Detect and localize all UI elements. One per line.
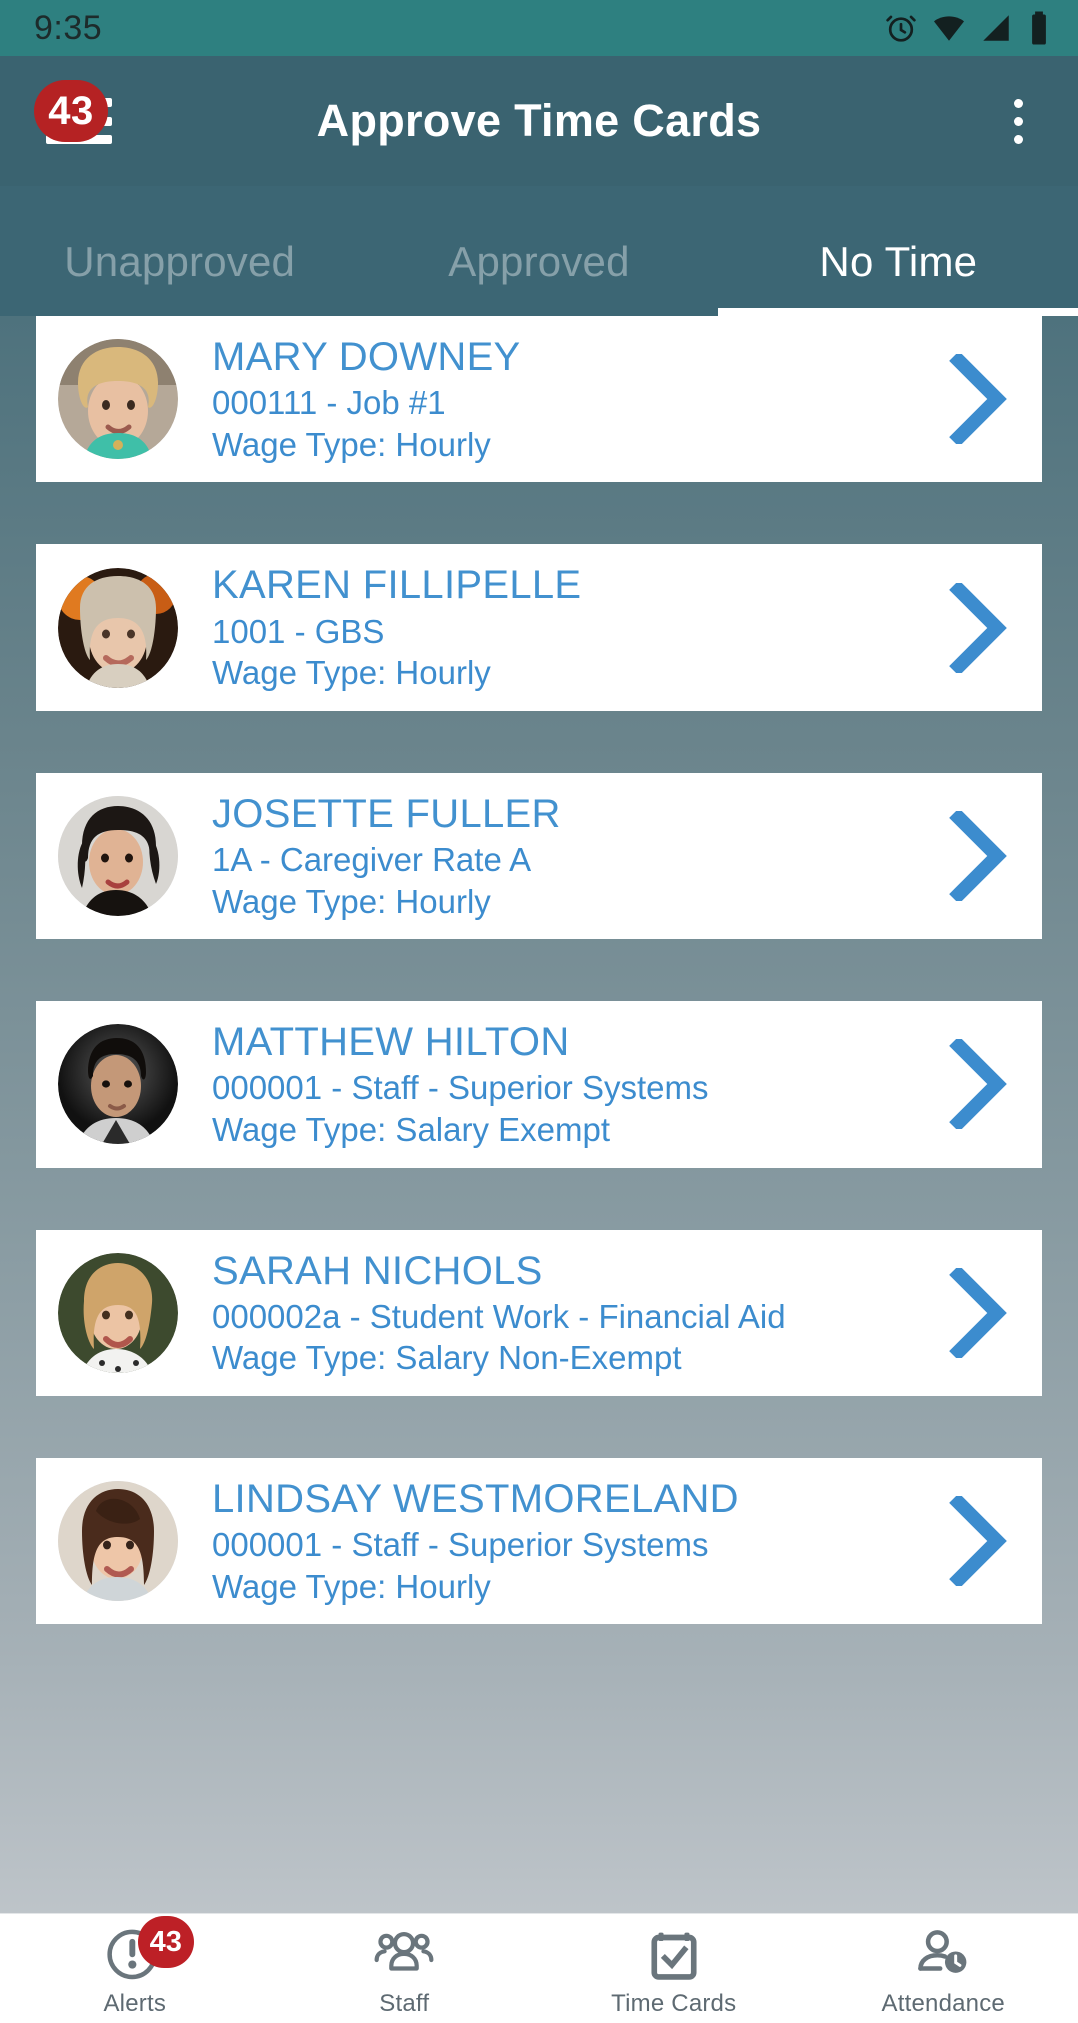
employee-name: KAREN FILLIPELLE [212, 563, 582, 608]
list-item[interactable]: JOSETTE FULLER 1A - Caregiver Rate A Wag… [36, 772, 1042, 940]
tab-bar: Unapproved Approved No Time [0, 186, 1078, 316]
nav-label-alerts: Alerts [103, 1990, 167, 2017]
list-item[interactable]: MATTHEW HILTON 000001 - Staff - Superior… [36, 1001, 1042, 1168]
nav-label-time-cards: Time Cards [611, 1990, 737, 2017]
avatar [58, 796, 178, 917]
list-divider [0, 711, 1078, 773]
chevron-right-icon[interactable] [932, 1039, 1042, 1130]
employee-info: JOSETTE FULLER 1A - Caregiver Rate A Wag… [178, 791, 932, 921]
alarm-icon [883, 10, 919, 46]
calendar-check-icon[interactable] [643, 1922, 705, 1984]
nav-label-staff: Staff [379, 1990, 430, 2017]
bottom-navigation: 43 Alerts Staff Time Cards Attendance [0, 1913, 1078, 2023]
employee-detail: 1A - Caregiver Rate A [212, 841, 532, 878]
signal-icon [979, 11, 1013, 45]
employee-wage-type: Wage Type: Salary Exempt [212, 1111, 611, 1149]
employee-info: SARAH NICHOLS 000002a - Student Work - F… [178, 1248, 932, 1378]
chevron-right-icon[interactable] [932, 1267, 1042, 1358]
tab-approved[interactable]: Approved [359, 238, 718, 316]
nav-item-staff[interactable]: Staff [270, 1914, 540, 2018]
list-divider [0, 482, 1078, 544]
employee-name: JOSETTE FULLER [212, 791, 561, 836]
employee-detail: 1001 - GBS [212, 612, 385, 650]
list-divider [0, 1396, 1078, 1458]
list-item[interactable]: KAREN FILLIPELLE 1001 - GBS Wage Type: H… [36, 544, 1042, 711]
employee-list[interactable]: MARY DOWNEY 000111 - Job #1 Wage Type: H… [0, 316, 1078, 1940]
employee-name: LINDSAY WESTMORELAND [212, 1477, 739, 1522]
tab-no-time[interactable]: No Time [719, 238, 1078, 316]
employee-wage-type: Wage Type: Hourly [212, 1567, 491, 1605]
list-item[interactable]: LINDSAY WESTMORELAND 000001 - Staff - Su… [36, 1458, 1042, 1625]
tab-active-indicator [718, 308, 1078, 316]
nav-item-time-cards[interactable]: Time Cards [539, 1914, 809, 2018]
employee-wage-type: Wage Type: Hourly [212, 882, 491, 920]
avatar [58, 1024, 178, 1145]
employee-detail: 000001 - Staff - Superior Systems [212, 1526, 709, 1564]
menu-button[interactable]: 43 [24, 56, 144, 186]
nav-item-attendance[interactable]: Attendance [809, 1914, 1078, 2018]
alert-circle-icon[interactable]: 43 [104, 1916, 194, 1984]
people-group-icon[interactable] [373, 1922, 435, 1984]
employee-name: MARY DOWNEY [212, 335, 521, 379]
list-divider [0, 1168, 1078, 1230]
chevron-right-icon[interactable] [932, 582, 1042, 673]
employee-detail: 000111 - Job #1 [212, 384, 446, 422]
nav-label-attendance: Attendance [881, 1990, 1005, 2017]
chevron-right-icon[interactable] [932, 811, 1042, 902]
list-item[interactable]: MARY DOWNEY 000111 - Job #1 Wage Type: H… [36, 316, 1042, 483]
employee-wage-type: Wage Type: Hourly [212, 654, 491, 692]
battery-icon [1026, 10, 1052, 46]
employee-name: MATTHEW HILTON [212, 1020, 570, 1065]
nav-item-alerts[interactable]: 43 Alerts [0, 1914, 270, 2018]
list-divider [0, 939, 1078, 1001]
employee-detail: 000001 - Staff - Superior Systems [212, 1069, 709, 1107]
employee-info: KAREN FILLIPELLE 1001 - GBS Wage Type: H… [178, 562, 932, 692]
employee-info: MARY DOWNEY 000111 - Job #1 Wage Type: H… [178, 334, 932, 464]
list-item[interactable]: SARAH NICHOLS 000002a - Student Work - F… [36, 1229, 1042, 1397]
avatar [58, 339, 178, 460]
chevron-right-icon[interactable] [932, 1496, 1042, 1587]
status-bar-clock: 9:35 [34, 8, 103, 47]
status-bar-icons [883, 10, 1052, 46]
wifi-icon [932, 11, 966, 45]
alerts-badge: 43 [137, 1916, 194, 1968]
employee-detail: 000002a - Student Work - Financial Aid [212, 1297, 786, 1335]
avatar [58, 567, 178, 688]
more-vertical-icon[interactable] [988, 81, 1048, 161]
menu-alert-badge: 43 [34, 80, 108, 142]
employee-wage-type: Wage Type: Hourly [212, 425, 491, 463]
avatar [58, 1252, 178, 1373]
app-bar: 43 Approve Time Cards [0, 56, 1078, 186]
avatar [58, 1481, 178, 1602]
employee-name: SARAH NICHOLS [212, 1248, 543, 1293]
employee-wage-type: Wage Type: Salary Non-Exempt [212, 1339, 682, 1377]
employee-info: MATTHEW HILTON 000001 - Staff - Superior… [178, 1019, 932, 1149]
person-clock-icon[interactable] [912, 1922, 974, 1984]
tab-unapproved[interactable]: Unapproved [0, 238, 359, 316]
status-bar: 9:35 [0, 0, 1078, 56]
page-title: Approve Time Cards [316, 95, 762, 146]
chevron-right-icon[interactable] [932, 354, 1042, 445]
employee-info: LINDSAY WESTMORELAND 000001 - Staff - Su… [178, 1476, 932, 1606]
